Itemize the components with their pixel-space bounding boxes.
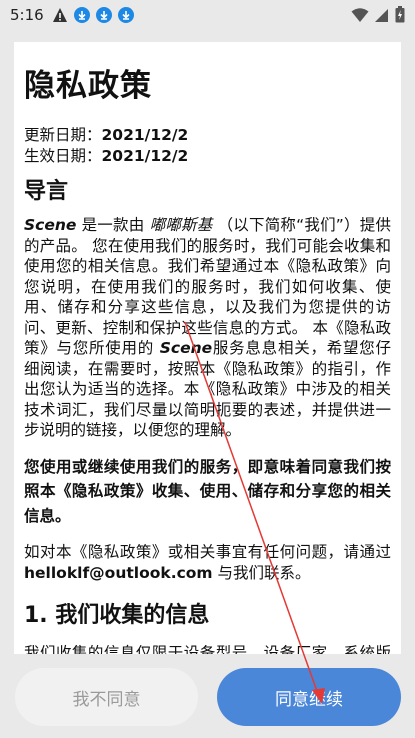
effective-date-line: 生效日期：2021/12/2 — [24, 146, 391, 167]
update-date-line: 更新日期：2021/12/2 — [24, 125, 391, 146]
app-name: Scene — [24, 216, 77, 234]
app-name-2: Scene — [159, 339, 213, 357]
update-date-value: 2021/12/2 — [101, 126, 189, 144]
contact-paragraph: 如对本《隐私政策》或相关事宜有任何问题，请通过 helloklf@outlook… — [24, 542, 391, 583]
contact-text-b: 与我们联系。 — [212, 563, 311, 582]
contact-text-a: 如对本《隐私政策》或相关事宜有任何问题，请通过 — [24, 543, 391, 561]
update-date-label: 更新日期： — [24, 126, 102, 144]
section-intro-title: 导言 — [24, 179, 69, 204]
intro-text-a: 是一款由 — [76, 216, 150, 234]
status-notification-icons — [52, 7, 134, 23]
status-bar: 5:16 — [0, 0, 415, 30]
privacy-policy-card[interactable]: 隐私政策 更新日期：2021/12/2 生效日期：2021/12/2 导言 Sc… — [14, 42, 401, 654]
status-time: 5:16 — [10, 6, 44, 24]
policy-title: 隐私政策 — [24, 68, 152, 104]
effective-date-label: 生效日期： — [24, 147, 102, 165]
download-icon — [73, 7, 90, 23]
intro-paragraph: Scene 是一款由 嘟嘟斯基 （以下简称“我们”）提供的产品。 您在使用我们的… — [24, 215, 391, 441]
section-1-title: 1. 我们收集的信息 — [24, 603, 210, 628]
status-system-icons — [351, 6, 405, 23]
warning-icon — [52, 8, 67, 22]
developer-name: 嘟嘟斯基 — [149, 216, 213, 234]
policy-content: 隐私政策 更新日期：2021/12/2 生效日期：2021/12/2 导言 Sc… — [14, 42, 401, 654]
disagree-button[interactable]: 我不同意 — [15, 668, 198, 726]
intro-text-b: （以下简称“我们”）提供的产品。 您在使用我们的服务时，我们可能会收集和使用您的… — [24, 216, 391, 357]
effective-date-value: 2021/12/2 — [101, 147, 189, 165]
contact-email[interactable]: helloklf@outlook.com — [24, 564, 213, 582]
download-icon — [95, 7, 112, 23]
consent-paragraph: 您使用或继续使用我们的服务，即意味着同意我们按照本《隐私政策》收集、使用、储存和… — [24, 457, 391, 525]
signal-icon — [375, 8, 388, 22]
wifi-icon — [351, 7, 369, 22]
agree-button[interactable]: 同意继续 — [217, 668, 401, 726]
collected-info-paragraph: 我们收集的信息仅限于设备型号、设备厂家、系统版本：设备ID信息、硬件配置参数：性… — [24, 644, 391, 654]
download-icon — [117, 7, 134, 23]
battery-icon — [395, 6, 405, 23]
